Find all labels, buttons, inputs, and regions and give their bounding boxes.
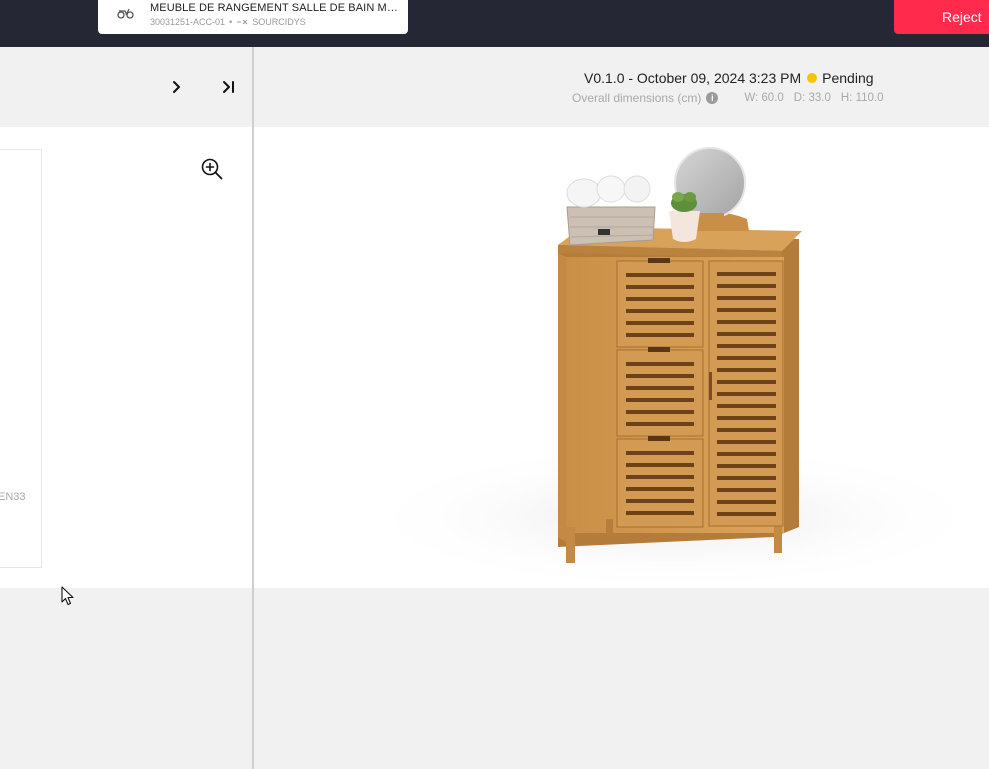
version-info: V0.1.0 - October 09, 2024 3:23 PM Pendin… — [584, 70, 874, 86]
dimension-depth: D: 33.0 — [793, 92, 831, 104]
top-bar: MEUBLE DE RANGEMENT SALLE DE BAIN MAYOTT… — [0, 0, 989, 47]
product-card[interactable]: MEUBLE DE RANGEMENT SALLE DE BAIN MAYOTT… — [98, 0, 408, 34]
product-reference: 30031251-ACC-01 — [150, 17, 226, 27]
zoom-in-icon[interactable] — [200, 157, 224, 181]
left-panel: EN33 — [0, 47, 252, 769]
brand-icon — [236, 18, 248, 26]
product-title: MEUBLE DE RANGEMENT SALLE DE BAIN MAYOTT… — [150, 2, 400, 14]
dimension-height: H: 110.0 — [840, 92, 884, 104]
overall-dimensions: Overall dimensions (cm) i W: 60.0 D: 33.… — [572, 91, 894, 105]
left-toolbar — [0, 47, 252, 127]
meta-separator: • — [229, 17, 233, 27]
thumbnail-code: EN33 — [0, 491, 26, 503]
thumbnail-card[interactable] — [0, 149, 42, 568]
chevron-right-icon[interactable] — [167, 78, 185, 96]
dimension-width: W: 60.0 — [744, 92, 784, 104]
product-icon — [117, 7, 135, 21]
status-dot-icon — [807, 73, 818, 83]
info-icon[interactable]: i — [706, 92, 719, 104]
3d-model-viewer[interactable] — [254, 127, 989, 588]
right-panel: V0.1.0 - October 09, 2024 3:23 PM Pendin… — [254, 47, 989, 769]
product-meta: 30031251-ACC-01 • SOURCIDYS — [150, 17, 306, 27]
cabinet-model-image — [354, 147, 989, 588]
left-content-area: EN33 — [0, 127, 252, 588]
mouse-cursor-icon — [61, 586, 75, 606]
version-label: V0.1.0 - October 09, 2024 3:23 PM — [584, 70, 802, 86]
skip-to-end-icon[interactable] — [219, 78, 237, 96]
brand-name: SOURCIDYS — [252, 17, 306, 27]
dimensions-label: Overall dimensions (cm) — [572, 91, 702, 105]
status-label: Pending — [822, 70, 874, 86]
version-header: V0.1.0 - October 09, 2024 3:23 PM Pendin… — [254, 47, 989, 127]
reject-button[interactable]: Reject — [894, 0, 989, 34]
